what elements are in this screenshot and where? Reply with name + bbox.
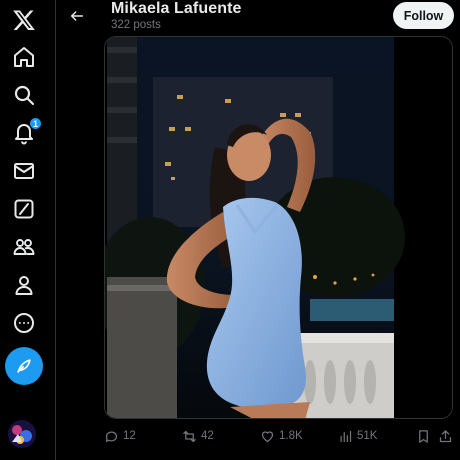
post-count: 322 posts bbox=[111, 19, 161, 31]
mail-icon[interactable] bbox=[4, 151, 44, 191]
more-icon[interactable] bbox=[4, 303, 44, 343]
search-icon[interactable] bbox=[4, 75, 44, 115]
left-sidebar-nav: 1 bbox=[0, 0, 56, 460]
account-avatar[interactable] bbox=[8, 420, 36, 448]
like-count: 1.8K bbox=[279, 430, 303, 442]
reply-button[interactable]: 12 bbox=[104, 424, 136, 448]
bookmark-icon bbox=[419, 429, 428, 443]
repost-count: 42 bbox=[201, 430, 214, 442]
notifications-bell-icon[interactable]: 1 bbox=[4, 113, 44, 153]
profile-icon[interactable] bbox=[4, 265, 44, 305]
post-action-bar: 12 42 1.8K 51K bbox=[104, 424, 460, 448]
compose-post-button[interactable] bbox=[5, 347, 43, 385]
communities-icon[interactable] bbox=[4, 227, 44, 267]
views-button[interactable]: 51K bbox=[338, 424, 377, 448]
arrow-left-icon bbox=[70, 11, 84, 21]
repost-icon bbox=[183, 430, 196, 442]
back-button[interactable] bbox=[62, 2, 92, 30]
feather-icon bbox=[17, 359, 31, 373]
grok-icon[interactable] bbox=[4, 189, 44, 229]
heart-icon bbox=[261, 430, 274, 442]
follow-button[interactable]: Follow bbox=[393, 2, 454, 29]
share-button[interactable] bbox=[438, 424, 453, 448]
notifications-badge: 1 bbox=[28, 117, 42, 130]
share-icon bbox=[439, 429, 452, 442]
reply-count: 12 bbox=[123, 430, 136, 442]
profile-name: Mikaela Lafuente bbox=[111, 0, 242, 17]
post-photo[interactable] bbox=[104, 36, 453, 419]
photo-image bbox=[105, 37, 452, 418]
repost-button[interactable]: 42 bbox=[182, 424, 214, 448]
home-icon[interactable] bbox=[4, 37, 44, 77]
views-count: 51K bbox=[357, 430, 378, 442]
x-logo-icon[interactable] bbox=[4, 0, 44, 40]
reply-icon bbox=[105, 431, 118, 442]
views-chart-icon bbox=[340, 430, 352, 442]
bookmark-button[interactable] bbox=[416, 424, 431, 448]
like-button[interactable]: 1.8K bbox=[260, 424, 303, 448]
